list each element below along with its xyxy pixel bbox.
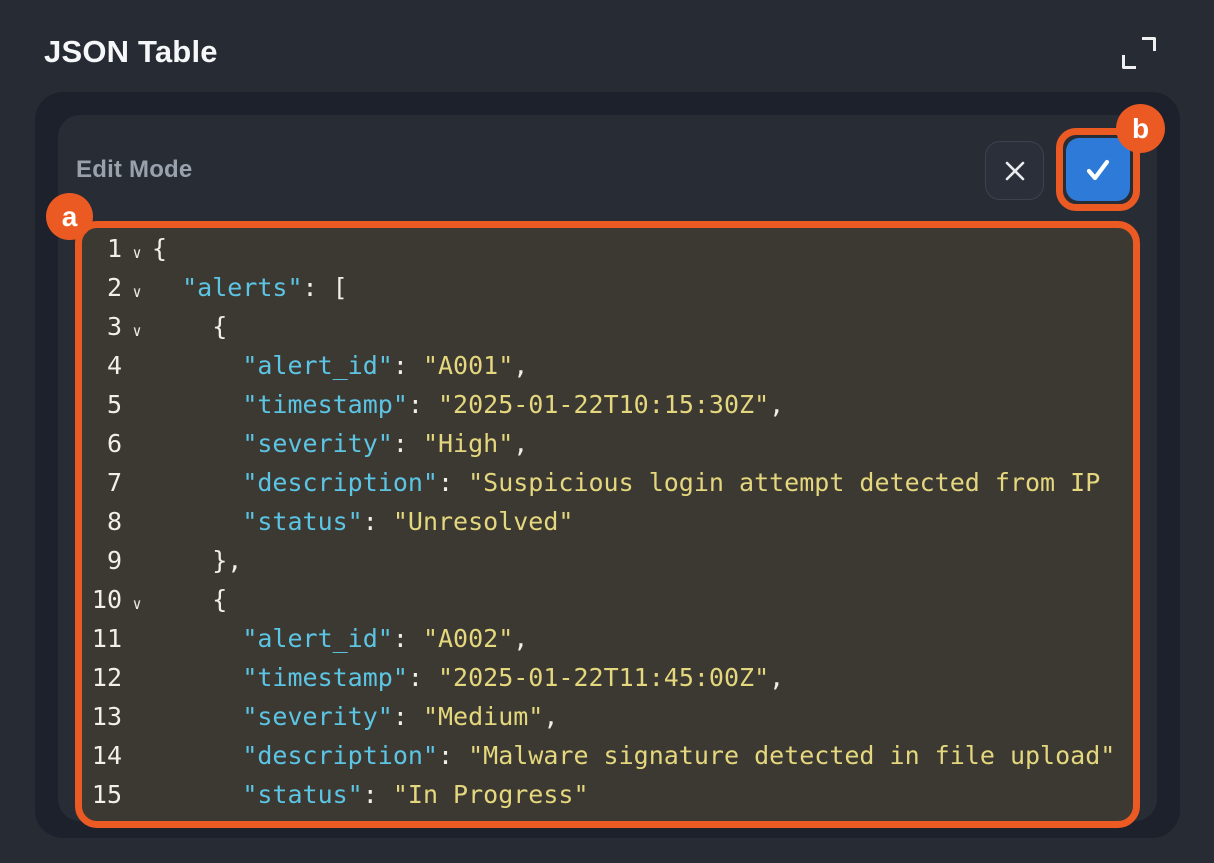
code-line[interactable]: 10∨ { [88,580,1133,619]
code-line[interactable]: 6 "severity": "High", [88,424,1133,463]
code-line[interactable]: 8 "status": "Unresolved" [88,502,1133,541]
expand-icon-corner [1142,37,1156,51]
code-text: "alert_id": "A002", [152,619,528,658]
code-line[interactable]: 11 "alert_id": "A002", [88,619,1133,658]
expand-icon[interactable] [1122,37,1156,69]
code-line[interactable]: 4 "alert_id": "A001", [88,346,1133,385]
code-line[interactable]: 1∨{ [88,229,1133,268]
expand-icon-corner [1122,55,1136,69]
code-line[interactable]: 7 "description": "Suspicious login attem… [88,463,1133,502]
code-text: "status": "Unresolved" [152,502,573,541]
line-number: 15 [88,780,122,809]
code-text: "alert_id": "A001", [152,346,528,385]
code-text: "severity": "Medium", [152,697,558,736]
line-number: 9 [88,546,122,575]
confirm-button[interactable] [1066,138,1130,201]
code-line[interactable]: 2∨ "alerts": [ [88,268,1133,307]
line-number: 10 [88,585,122,614]
annotation-badge-b: b [1116,104,1165,153]
chevron-down-icon[interactable]: ∨ [122,595,152,613]
chevron-down-icon[interactable]: ∨ [122,322,152,340]
line-number: 7 [88,468,122,497]
annotation-badge-a: a [46,193,93,240]
edit-mode-label: Edit Mode [76,156,192,184]
code-text: "timestamp": "2025-01-22T11:45:00Z", [152,658,784,697]
x-icon [1001,157,1029,185]
line-number: 2 [88,273,122,302]
chevron-down-icon[interactable]: ∨ [122,244,152,262]
line-number: 6 [88,429,122,458]
json-table-widget: JSON Table Edit Mode 1∨{2∨ "alerts": [3∨… [0,0,1214,863]
line-number: 14 [88,741,122,770]
line-number: 13 [88,702,122,731]
code-line[interactable]: 14 "description": "Malware signature det… [88,736,1133,775]
code-text: }, [152,541,242,580]
code-line[interactable]: 15 "status": "In Progress" [88,775,1133,814]
page-title: JSON Table [44,34,218,70]
line-number: 12 [88,663,122,692]
code-text: "severity": "High", [152,424,528,463]
chevron-down-icon[interactable]: ∨ [122,283,152,301]
code-line[interactable]: 13 "severity": "Medium", [88,697,1133,736]
code-lines: 1∨{2∨ "alerts": [3∨ {4 "alert_id": "A001… [82,228,1133,814]
code-text: "description": "Malware signature detect… [152,736,1115,775]
code-text: "description": "Suspicious login attempt… [152,463,1100,502]
line-number: 5 [88,390,122,419]
close-button[interactable] [985,141,1044,200]
code-text: "alerts": [ [152,268,348,307]
code-text: "timestamp": "2025-01-22T10:15:30Z", [152,385,784,424]
code-text: { [152,307,227,346]
line-number: 11 [88,624,122,653]
code-text: { [152,229,167,268]
code-text: { [152,580,227,619]
line-number: 1 [88,234,122,263]
check-icon [1080,152,1116,188]
json-editor[interactable]: 1∨{2∨ "alerts": [3∨ {4 "alert_id": "A001… [75,221,1140,828]
code-line[interactable]: 12 "timestamp": "2025-01-22T11:45:00Z", [88,658,1133,697]
code-line[interactable]: 3∨ { [88,307,1133,346]
line-number: 4 [88,351,122,380]
code-line[interactable]: 5 "timestamp": "2025-01-22T10:15:30Z", [88,385,1133,424]
code-line[interactable]: 9 }, [88,541,1133,580]
code-text: "status": "In Progress" [152,775,589,814]
line-number: 3 [88,312,122,341]
line-number: 8 [88,507,122,536]
